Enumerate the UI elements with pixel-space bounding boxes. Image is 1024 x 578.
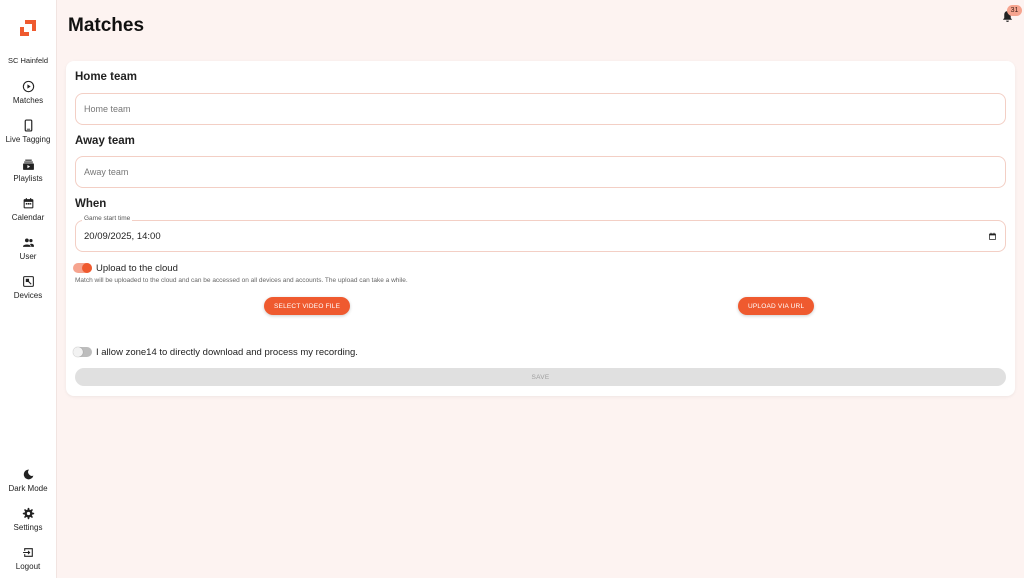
sidebar-item-label: User — [19, 252, 37, 261]
playlist-icon — [22, 158, 35, 171]
upload-cloud-toggle[interactable] — [73, 263, 92, 273]
save-button[interactable]: SAVE — [75, 368, 1006, 386]
sidebar-item-label: Logout — [15, 562, 41, 571]
gear-icon — [22, 507, 35, 520]
sidebar-bottom-nav: Dark Mode Settings Logout — [0, 461, 56, 578]
sidebar-item-user[interactable]: User — [0, 229, 56, 268]
sidebar-item-calendar[interactable]: Calendar — [0, 190, 56, 229]
match-form-card: Home team Away team When Game start time… — [66, 61, 1015, 396]
toggle-knob — [73, 347, 83, 357]
smartphone-icon — [22, 119, 35, 132]
toggle-knob — [82, 263, 92, 273]
sidebar-item-label: Dark Mode — [8, 484, 48, 493]
logout-icon — [22, 546, 35, 559]
sidebar-item-label: Settings — [13, 523, 43, 532]
calendar-icon — [22, 197, 35, 210]
sidebar-item-playlists[interactable]: Playlists — [0, 151, 56, 190]
devices-icon — [22, 275, 35, 288]
moon-icon — [22, 468, 35, 481]
sidebar-item-matches[interactable]: Matches — [0, 73, 56, 112]
sidebar: SC Hainfeld Matches Live Tagging Playlis… — [0, 0, 57, 578]
sidebar-nav: Matches Live Tagging Playlists Calendar … — [0, 73, 56, 307]
game-start-time-legend: Game start time — [82, 215, 133, 222]
sidebar-item-live-tagging[interactable]: Live Tagging — [0, 112, 56, 151]
page-title: Matches — [68, 15, 145, 36]
game-start-time-field[interactable]: Game start time 20/09/2025, 14:00 — [75, 215, 1006, 252]
allow-download-toggle[interactable] — [73, 347, 92, 357]
users-icon — [22, 236, 35, 249]
upload-via-url-button[interactable]: UPLOAD VIA URL — [738, 297, 815, 315]
away-team-input[interactable] — [75, 156, 1006, 188]
notification-badge: 31 — [1007, 5, 1022, 16]
sidebar-item-label: Devices — [13, 291, 43, 300]
club-name: SC Hainfeld — [7, 56, 49, 65]
calendar-picker-icon[interactable] — [988, 232, 997, 241]
when-label: When — [75, 198, 107, 210]
home-team-label: Home team — [75, 71, 137, 83]
upload-cloud-label: Upload to the cloud — [96, 263, 178, 274]
sidebar-item-settings[interactable]: Settings — [0, 500, 56, 539]
upload-helper-text: Match will be uploaded to the cloud and … — [75, 277, 408, 284]
sidebar-item-dark-mode[interactable]: Dark Mode — [0, 461, 56, 500]
sidebar-item-devices[interactable]: Devices — [0, 268, 56, 307]
game-start-time-value: 20/09/2025, 14:00 — [84, 230, 161, 242]
app-logo[interactable] — [17, 17, 39, 39]
sidebar-item-label: Matches — [12, 96, 44, 105]
select-video-file-button[interactable]: SELECT VIDEO FILE — [264, 297, 351, 315]
sidebar-item-logout[interactable]: Logout — [0, 539, 56, 578]
home-team-input[interactable] — [75, 93, 1006, 125]
play-circle-icon — [22, 80, 35, 93]
sidebar-item-label: Live Tagging — [5, 135, 51, 144]
sidebar-item-label: Playlists — [13, 174, 43, 183]
away-team-label: Away team — [75, 135, 135, 147]
sidebar-item-label: Calendar — [11, 213, 45, 222]
allow-download-label: I allow zone14 to directly download and … — [96, 347, 358, 358]
